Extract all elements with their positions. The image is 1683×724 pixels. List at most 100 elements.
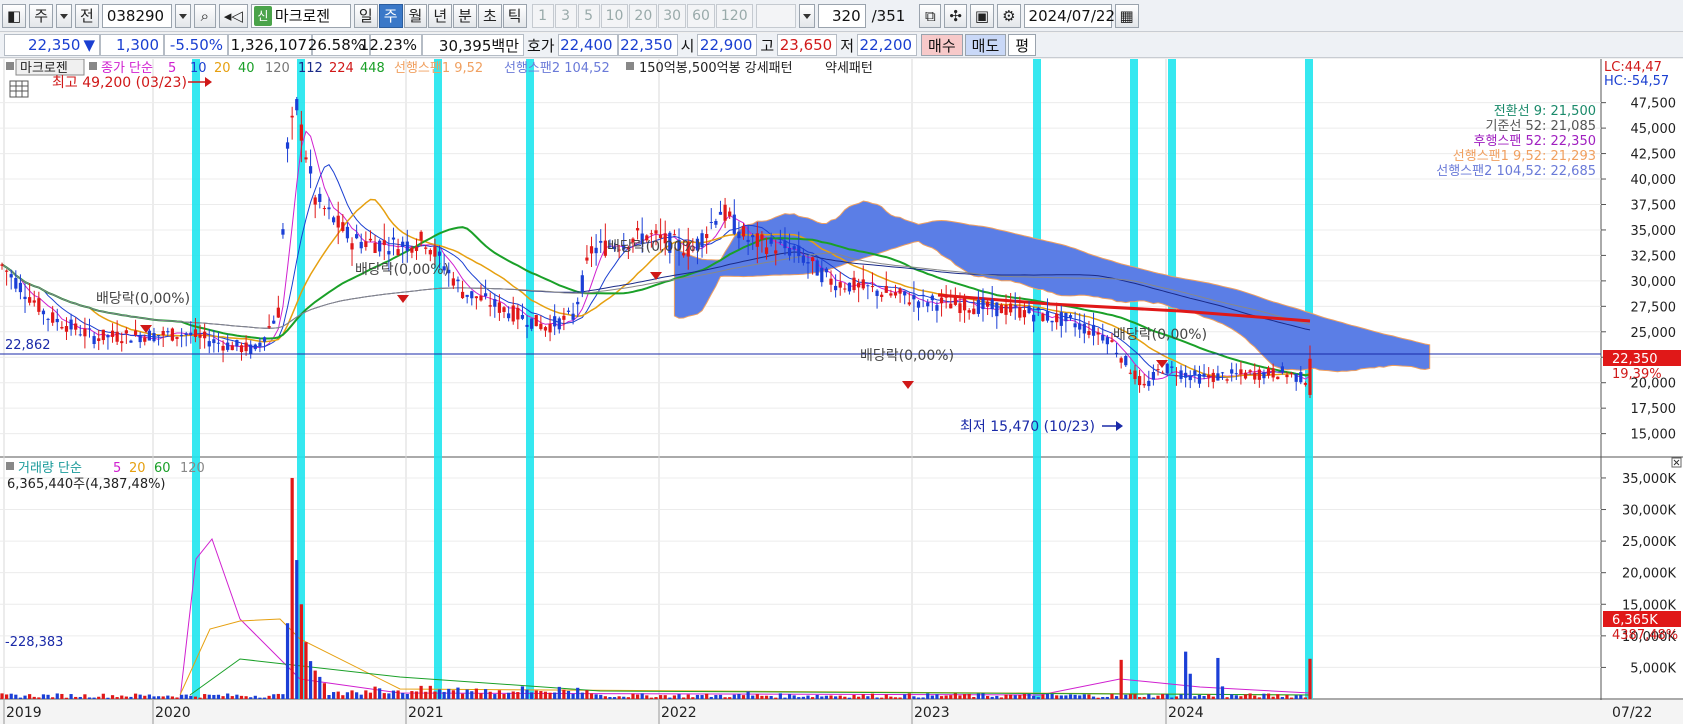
interval-buttons: 1 3 5 10 20 30 60 120 [531,3,753,28]
candle-body [985,301,990,307]
volume-bar [355,692,359,699]
candle-body [331,217,336,223]
speaker-icon[interactable]: ◂◁ [218,3,248,28]
volume-bar [1193,696,1197,699]
volume-bar [912,696,916,699]
quote-bar: 22,350 ▼ 1,300 -5.50% 1,326,107 26.58% 1… [0,33,1683,58]
interval-10[interactable]: 10 [600,3,629,28]
volume-bar [147,694,151,699]
volume-bar [285,623,290,699]
stock-name-field[interactable]: 신 마크로젠 [250,3,351,28]
volume-bar [1151,697,1156,699]
legend-ma5: 5 [168,61,176,76]
candle-body [401,241,405,248]
volume-bar [1289,697,1294,699]
candle-body [566,310,571,312]
save-icon[interactable]: ▣ [969,3,995,28]
price-tick-label: 17,500 [1631,402,1677,417]
volume-bar [465,689,469,699]
tab-month[interactable]: 월 [403,3,428,28]
volume-bar [97,696,101,699]
candle-body [834,285,838,291]
candle-body [889,293,893,296]
volume-bar [953,693,957,699]
prev-button[interactable]: 전 [75,3,99,28]
tab-minute[interactable]: 분 [453,3,477,28]
volume-bar [55,693,59,699]
interval-dropdown[interactable] [798,3,815,28]
interval-30[interactable]: 30 [658,3,687,28]
date-input[interactable]: 2024/07/22 [1023,3,1115,28]
volume-bar [889,696,893,699]
count-input[interactable]: 320 [817,3,866,28]
new-badge: 신 [253,5,272,26]
price-tick-label: 37,500 [1631,198,1677,213]
price-chart[interactable]: 마크로젠 종가 단순 5 10 20 40 120 112 224 448 선행… [0,59,1683,724]
candle-body [502,307,506,312]
tab-day[interactable]: 일 [353,3,378,28]
tab-year[interactable]: 년 [428,3,453,28]
sell-button[interactable]: 매도 [964,34,1007,56]
candle-body [543,327,548,331]
volume-bar [258,697,262,699]
eval-button[interactable]: 평 [1008,34,1037,56]
candle-body [1299,372,1303,383]
interval-5[interactable]: 5 [577,3,600,28]
volume-bar [1211,696,1215,699]
volume-bar [483,689,488,699]
interval-60[interactable]: 60 [687,3,715,28]
volume-bar [1068,694,1073,699]
period-unit-dropdown[interactable] [56,3,72,28]
candle-body [1271,368,1275,378]
volume-bar [502,693,506,699]
chart-menu-icon[interactable]: ◧ [2,3,27,28]
candle-body [635,228,640,231]
stock-code-input[interactable]: 038290 [101,3,172,28]
volume-bar [1055,695,1059,699]
candle-body [806,261,810,264]
tab-tick[interactable]: 틱 [502,3,527,28]
volume-bar [1137,697,1142,699]
interval-3[interactable]: 3 [554,3,577,28]
tab-week[interactable]: 주 [378,3,403,28]
calendar-icon[interactable]: ▦ [1114,3,1139,28]
candle-body [553,316,557,327]
candle-body [230,345,234,351]
volume-bar [834,696,838,699]
volume-bar [972,697,976,699]
candle-body [548,324,552,333]
volume-bar [129,696,133,699]
candle-body [774,250,778,254]
candle-type-icon[interactable]: ⧉ [919,3,942,28]
volume-tick-label: 25,000K [1622,535,1676,550]
current-price: 22,350 [27,36,81,54]
period-unit-button[interactable]: 주 [29,3,53,28]
candle-body [972,308,976,315]
table-icon[interactable] [9,80,29,98]
candle-body [1101,334,1105,341]
buy-button[interactable]: 매수 [921,34,963,56]
interval-custom-input[interactable] [755,3,796,28]
search-icon[interactable]: ⌕ [193,3,216,28]
volume-bar [46,694,50,699]
crosshair-icon[interactable]: ✣ [944,3,967,28]
volume-bar [262,697,267,699]
volume-bar [120,695,124,699]
candle-body [714,220,718,225]
stock-code-dropdown[interactable] [174,3,191,28]
volume-bar [92,697,96,699]
interval-20[interactable]: 20 [629,3,658,28]
gear-icon[interactable]: ⚙ [997,3,1021,28]
ichimoku-legend-item: 기준선 52: 21,085 [1485,119,1596,134]
volume-bar [1188,673,1192,699]
interval-1[interactable]: 1 [531,3,554,28]
chart-area[interactable]: 마크로젠 종가 단순 5 10 20 40 120 112 224 448 선행… [0,59,1683,724]
candle-body [1257,369,1261,380]
interval-120[interactable]: 120 [715,3,753,28]
candle-body [244,342,248,352]
volume-tick-label: 5,000K [1630,661,1676,676]
candle-body [221,345,225,351]
tab-second[interactable]: 초 [477,3,502,28]
candle-body [37,298,41,312]
candle-body [1276,376,1280,380]
